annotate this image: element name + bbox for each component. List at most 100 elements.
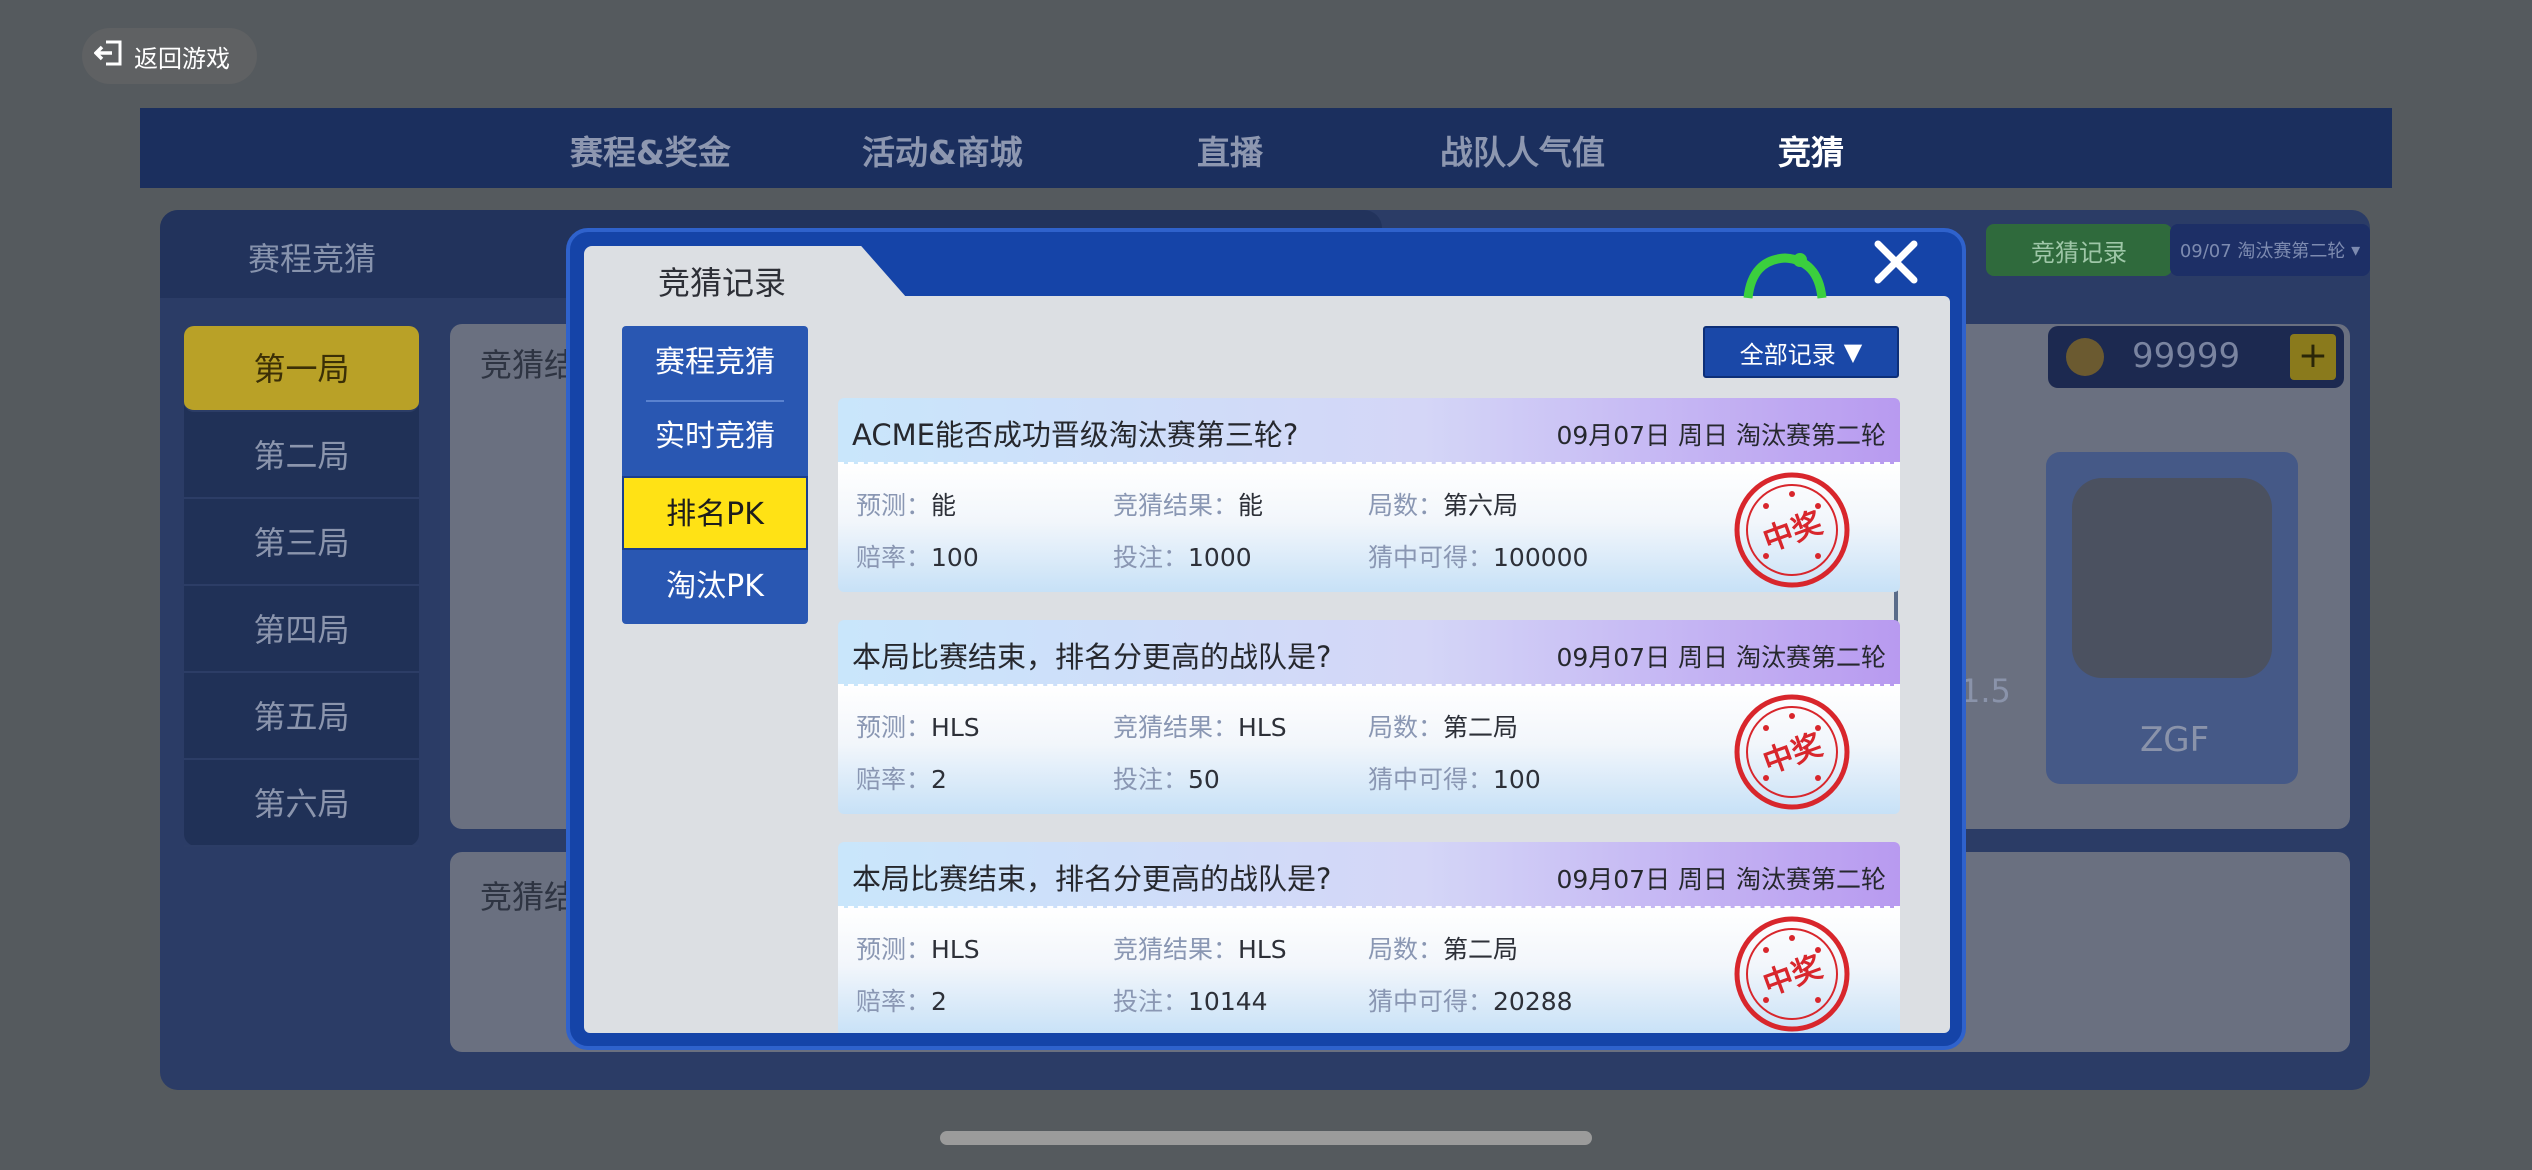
svg-text:中奖: 中奖 — [1759, 728, 1827, 781]
odds-value: 100 — [931, 543, 979, 572]
winnings-value: 20288 — [1493, 987, 1573, 1016]
close-icon[interactable] — [1870, 238, 1922, 290]
record-item: 本局比赛结束，排名分更高的战队是? 09月07日 周日 淘汰赛第二轮 预测：HL… — [838, 620, 1900, 814]
record-item: 本局比赛结束，排名分更高的战队是? 09月07日 周日 淘汰赛第二轮 预测：HL… — [838, 842, 1900, 1033]
winnings-label: 猜中可得： — [1368, 987, 1494, 1016]
menu-item-schedule-guess[interactable]: 赛程竞猜 — [622, 326, 808, 400]
round-item-5[interactable]: 第五局 — [184, 674, 419, 760]
winning-stamp-icon: 中奖 — [1734, 694, 1850, 810]
winnings-label: 猜中可得： — [1368, 765, 1494, 794]
record-question: 本局比赛结束，排名分更高的战队是? — [852, 640, 1332, 674]
add-coin-button[interactable]: + — [2290, 334, 2336, 380]
stake-label: 投注： — [1113, 765, 1189, 794]
odds-field: 赔率：2 — [856, 760, 947, 796]
menu-item-ranking-pk[interactable]: 排名PK — [622, 476, 808, 550]
caret-down-icon: ▼ — [1843, 338, 1863, 366]
winnings-field: 猜中可得：100 — [1368, 760, 1541, 796]
odds-value: 2 — [931, 987, 947, 1016]
record-body: 预测：能 竞猜结果：能 局数：第六局 赔率：100 投注：1000 猜中可得：1… — [838, 464, 1900, 592]
winning-stamp-icon: 中奖 — [1734, 472, 1850, 588]
tab-live[interactable]: 直播 — [1197, 126, 1263, 174]
menu-item-live-guess[interactable]: 实时竞猜 — [622, 400, 808, 474]
odds-field: 赔率：2 — [856, 982, 947, 1018]
tab-activity[interactable]: 活动&商城 — [862, 126, 1023, 174]
guess-record-button[interactable]: 竞猜记录 — [1986, 224, 2172, 276]
winning-stamp-icon: 中奖 — [1734, 916, 1850, 1032]
round-field: 局数：第二局 — [1368, 930, 1518, 966]
result-field: 竞猜结果：HLS — [1113, 708, 1287, 744]
stage-select-value: 09/07 淘汰赛第二轮 — [2179, 241, 2346, 262]
stake-field: 投注：1000 — [1113, 538, 1252, 574]
svg-text:中奖: 中奖 — [1759, 506, 1827, 559]
back-to-game-button[interactable]: 返回游戏 — [82, 28, 257, 84]
prediction-field: 预测：能 — [856, 486, 956, 522]
record-filter-dropdown[interactable]: 全部记录 ▼ — [1703, 326, 1899, 378]
stake-value: 50 — [1188, 765, 1220, 794]
stake-field: 投注：10144 — [1113, 982, 1268, 1018]
odds-label: 赔率： — [856, 543, 932, 572]
winnings-field: 猜中可得：20288 — [1368, 982, 1573, 1018]
round-item-3[interactable]: 第三局 — [184, 500, 419, 586]
winnings-field: 猜中可得：100000 — [1368, 538, 1588, 574]
round-item-4[interactable]: 第四局 — [184, 587, 419, 673]
modal-title: 竞猜记录 — [658, 264, 787, 302]
stake-value: 1000 — [1188, 543, 1252, 572]
record-date: 09月07日 周日 淘汰赛第二轮 — [1556, 421, 1886, 450]
top-nav: 赛程&奖金 活动&商城 直播 战队人气值 竞猜 — [140, 108, 2392, 188]
result-label: 竞猜结果： — [1113, 491, 1239, 520]
round-label: 局数： — [1368, 713, 1444, 742]
records-list: ACME能否成功晋级淘汰赛第三轮? 09月07日 周日 淘汰赛第二轮 预测：能 … — [838, 398, 1900, 1033]
guess-card-heading-2: 竞猜结 — [480, 878, 577, 916]
prediction-value: HLS — [931, 713, 980, 742]
round-label: 局数： — [1368, 935, 1444, 964]
stake-value: 10144 — [1188, 987, 1268, 1016]
round-field: 局数：第六局 — [1368, 486, 1518, 522]
tab-popularity[interactable]: 战队人气值 — [1440, 126, 1605, 174]
record-header: 本局比赛结束，排名分更高的战队是? 09月07日 周日 淘汰赛第二轮 — [838, 620, 1900, 686]
exit-icon — [93, 40, 124, 72]
round-item-2[interactable]: 第二局 — [184, 413, 419, 499]
guess-card-heading: 竞猜结 — [480, 346, 577, 384]
odds-label: 赔率： — [856, 987, 932, 1016]
stake-label: 投注： — [1113, 543, 1189, 572]
svg-text:中奖: 中奖 — [1759, 950, 1827, 1003]
round-value: 第二局 — [1443, 713, 1519, 742]
chevron-down-icon: ▾ — [2345, 239, 2361, 261]
record-header: 本局比赛结束，排名分更高的战队是? 09月07日 周日 淘汰赛第二轮 — [838, 842, 1900, 908]
record-question: 本局比赛结束，排名分更高的战队是? — [852, 862, 1332, 896]
menu-item-knockout-pk[interactable]: 淘汰PK — [622, 550, 808, 624]
record-category-menu: 赛程竞猜 实时竞猜 排名PK 淘汰PK — [622, 326, 808, 624]
prediction-field: 预测：HLS — [856, 930, 980, 966]
result-label: 竞猜结果： — [1113, 713, 1239, 742]
round-list: 第一局 第二局 第三局 第四局 第五局 第六局 — [184, 326, 419, 847]
prediction-label: 预测： — [856, 713, 932, 742]
record-body: 预测：HLS 竞猜结果：HLS 局数：第二局 赔率：2 投注：50 猜中可得：1… — [838, 686, 1900, 814]
tab-schedule[interactable]: 赛程&奖金 — [570, 126, 731, 174]
round-item-6[interactable]: 第六局 — [184, 761, 419, 847]
record-header: ACME能否成功晋级淘汰赛第三轮? 09月07日 周日 淘汰赛第二轮 — [838, 398, 1900, 464]
result-field: 竞猜结果：能 — [1113, 486, 1263, 522]
result-value: 能 — [1238, 491, 1264, 520]
record-filter-label: 全部记录 — [1739, 340, 1836, 369]
record-body: 预测：HLS 竞猜结果：HLS 局数：第二局 赔率：2 投注：10144 猜中可… — [838, 908, 1900, 1033]
odds-value: 2 — [931, 765, 947, 794]
coin-balance: 99999 — [2132, 336, 2241, 376]
tab-guess[interactable]: 竞猜 — [1778, 126, 1844, 174]
record-question: ACME能否成功晋级淘汰赛第三轮? — [852, 418, 1299, 452]
round-value: 第六局 — [1443, 491, 1519, 520]
sub-header-title[interactable]: 赛程竞猜 — [248, 234, 376, 280]
stage-select[interactable]: 09/07 淘汰赛第二轮 ▾ — [2170, 224, 2370, 276]
home-indicator[interactable] — [940, 1131, 1592, 1145]
round-item-1[interactable]: 第一局 — [184, 326, 419, 412]
record-date: 09月07日 周日 淘汰赛第二轮 — [1556, 865, 1886, 894]
winnings-value: 100000 — [1493, 543, 1589, 572]
round-label: 局数： — [1368, 491, 1444, 520]
odds-fragment: 1.5 — [1960, 672, 2011, 710]
stake-field: 投注：50 — [1113, 760, 1220, 796]
back-to-game-label: 返回游戏 — [134, 44, 230, 73]
prediction-label: 预测： — [856, 935, 932, 964]
team-name: ZGF — [2140, 720, 2210, 760]
result-value: HLS — [1238, 713, 1287, 742]
winnings-value: 100 — [1493, 765, 1541, 794]
odds-field: 赔率：100 — [856, 538, 979, 574]
